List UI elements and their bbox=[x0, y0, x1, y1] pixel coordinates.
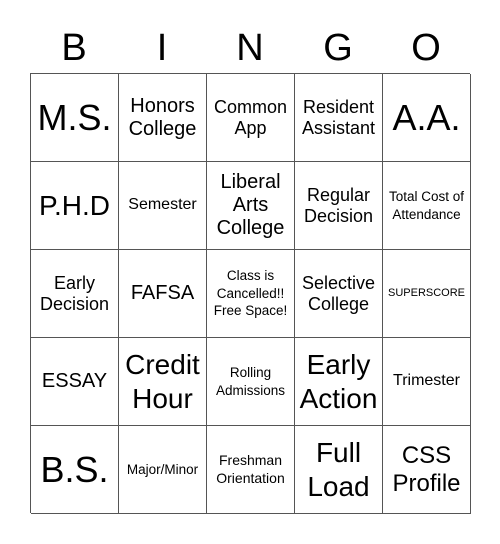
bingo-cell[interactable]: B.S. bbox=[31, 426, 119, 514]
bingo-cell[interactable]: Trimester bbox=[383, 338, 471, 426]
header-letter-i: I bbox=[156, 27, 168, 69]
header-letter-g: G bbox=[323, 27, 353, 69]
bingo-cell-text: CSS Profile bbox=[392, 441, 461, 497]
bingo-cell[interactable]: Credit Hour bbox=[119, 338, 207, 426]
bingo-cell[interactable]: Full Load bbox=[295, 426, 383, 514]
bingo-cell-text: ESSAY bbox=[41, 370, 108, 392]
bingo-cell-text: Semester bbox=[128, 196, 197, 214]
bingo-cell-text: Early Decision bbox=[39, 272, 110, 314]
bingo-cell[interactable]: Regular Decision bbox=[295, 162, 383, 250]
bingo-cell[interactable]: SUPERSCORE bbox=[383, 250, 471, 338]
bingo-cell-text: Honors College bbox=[128, 94, 197, 140]
bingo-cell[interactable]: A.A. bbox=[383, 74, 471, 162]
bingo-cell-text: Liberal Arts College bbox=[216, 171, 285, 239]
bingo-cell[interactable]: Selective College bbox=[295, 250, 383, 338]
bingo-cell-text: Common App bbox=[213, 96, 288, 138]
bingo-cell[interactable]: ESSAY bbox=[31, 338, 119, 426]
bingo-cell[interactable]: Major/Minor bbox=[119, 426, 207, 514]
bingo-cell[interactable]: Early Action bbox=[295, 338, 383, 426]
bingo-cell[interactable]: Resident Assistant bbox=[295, 74, 383, 162]
header-letter-n: N bbox=[236, 27, 264, 69]
bingo-header: B I N G O bbox=[30, 22, 470, 74]
bingo-cell-text: B.S. bbox=[40, 448, 109, 490]
bingo-cell[interactable]: Freshman Orientation bbox=[207, 426, 295, 514]
bingo-cell-text: Class is Cancelled!! Free Space! bbox=[213, 268, 288, 319]
bingo-cell-text: Total Cost of Attendance bbox=[388, 188, 465, 222]
bingo-cell[interactable]: Rolling Admissions bbox=[207, 338, 295, 426]
bingo-cell[interactable]: Liberal Arts College bbox=[207, 162, 295, 250]
bingo-cell-text: Rolling Admissions bbox=[215, 364, 286, 398]
bingo-cell[interactable]: Class is Cancelled!! Free Space! bbox=[207, 250, 295, 338]
bingo-cell[interactable]: Total Cost of Attendance bbox=[383, 162, 471, 250]
header-letter-b: B bbox=[61, 27, 87, 69]
bingo-cell-text: A.A. bbox=[392, 96, 461, 138]
header-letter-o: O bbox=[411, 27, 441, 69]
bingo-cell-text: M.S. bbox=[37, 96, 112, 138]
bingo-cell[interactable]: FAFSA bbox=[119, 250, 207, 338]
bingo-cell-text: Regular Decision bbox=[303, 184, 374, 226]
bingo-cell-text: P.H.D bbox=[38, 189, 111, 221]
bingo-cell-text: Trimester bbox=[393, 372, 460, 390]
bingo-cell-text: FAFSA bbox=[130, 282, 195, 304]
bingo-cell[interactable]: Common App bbox=[207, 74, 295, 162]
bingo-cell[interactable]: CSS Profile bbox=[383, 426, 471, 514]
bingo-cell-text: Resident Assistant bbox=[301, 96, 376, 138]
bingo-cell[interactable]: Honors College bbox=[119, 74, 207, 162]
bingo-cell[interactable]: P.H.D bbox=[31, 162, 119, 250]
bingo-cell[interactable]: M.S. bbox=[31, 74, 119, 162]
bingo-cell-text: SUPERSCORE bbox=[387, 287, 466, 300]
bingo-cell[interactable]: Semester bbox=[119, 162, 207, 250]
bingo-cell-text: Credit Hour bbox=[125, 348, 200, 414]
bingo-cell-text: Selective College bbox=[301, 272, 376, 314]
bingo-cell-text: Early Action bbox=[299, 348, 378, 414]
bingo-cell[interactable]: Early Decision bbox=[31, 250, 119, 338]
bingo-cell-text: Freshman Orientation bbox=[216, 452, 285, 486]
bingo-cell-text: Full Load bbox=[307, 436, 370, 502]
bingo-cell-text: Major/Minor bbox=[126, 461, 199, 477]
bingo-board: M.S. Honors College Common App Resident Ass… bbox=[30, 73, 471, 514]
